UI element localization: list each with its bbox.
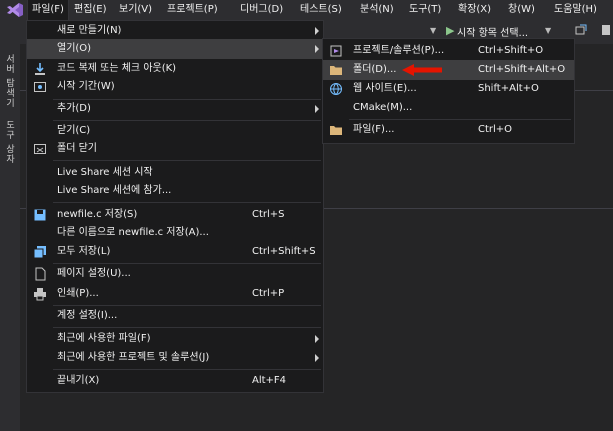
menu-item-page-setup[interactable]: 페이지 설정(U)... bbox=[27, 264, 323, 284]
menu-item-shortcut: Ctrl+Shift+S bbox=[252, 246, 316, 257]
menu-item-close[interactable]: 닫기(C) bbox=[27, 121, 323, 141]
menu-item-label: 페이지 설정(U)... bbox=[57, 268, 131, 279]
page-setup-icon bbox=[35, 267, 46, 281]
save-icon bbox=[34, 209, 46, 221]
menu-item-exit[interactable]: 끝내기(X) Alt+F4 bbox=[27, 371, 323, 391]
menu-item-label: 추가(D) bbox=[57, 103, 91, 114]
submenu-item-shortcut: Ctrl+Shift+Alt+O bbox=[478, 64, 566, 75]
folder-icon bbox=[330, 66, 342, 75]
submenu-item-label: CMake(M)... bbox=[353, 102, 413, 113]
menu-item-label: 최근에 사용한 프로젝트 및 솔루션(J) bbox=[57, 352, 210, 363]
start-window-icon bbox=[34, 82, 46, 92]
menu-item-label: 최근에 사용한 파일(F) bbox=[57, 333, 151, 344]
file-menu-dropdown: 새로 만들기(N) 열기(O) 코드 복제 또는 체크 아웃(K) 시작 기간(… bbox=[26, 20, 324, 393]
menu-file[interactable]: 파일(F) bbox=[27, 0, 69, 21]
toolbar-tool-icon[interactable] bbox=[575, 24, 587, 36]
left-tool-strip: 서버 탐색기 도구 상자 bbox=[0, 44, 20, 431]
chevron-down-icon[interactable]: ▼ bbox=[430, 26, 436, 35]
submenu-item-shortcut: Ctrl+O bbox=[478, 124, 513, 135]
submenu-arrow-icon bbox=[315, 335, 319, 343]
menu-view[interactable]: 보기(V) bbox=[115, 0, 156, 20]
menu-analyze[interactable]: 분석(N) bbox=[356, 0, 398, 20]
menu-item-add[interactable]: 추가(D) bbox=[27, 99, 323, 119]
start-item-button[interactable]: 시작 항목 선택... bbox=[457, 24, 528, 39]
submenu-item-file[interactable]: 파일(F)... Ctrl+O bbox=[323, 120, 574, 140]
submenu-arrow-icon bbox=[315, 105, 319, 113]
menu-item-account[interactable]: 계정 설정(I)... bbox=[27, 306, 323, 326]
menu-item-live-share-join[interactable]: Live Share 세션에 참가... bbox=[27, 181, 323, 201]
menu-item-close-folder[interactable]: 폴더 닫기 bbox=[27, 139, 323, 159]
menu-project[interactable]: 프로젝트(P) bbox=[163, 0, 222, 20]
clone-download-icon bbox=[35, 63, 45, 75]
menu-item-shortcut: Ctrl+S bbox=[252, 209, 285, 220]
submenu-item-shortcut: Ctrl+Shift+O bbox=[478, 45, 544, 56]
submenu-item-cmake[interactable]: CMake(M)... bbox=[323, 98, 574, 118]
menu-item-label: 폴더 닫기 bbox=[57, 143, 97, 154]
menu-test[interactable]: 테스트(S) bbox=[296, 0, 346, 20]
menu-item-start-window[interactable]: 시작 기간(W) bbox=[27, 77, 323, 97]
server-explorer-tab[interactable]: 서버 탐색기 bbox=[3, 54, 16, 108]
submenu-arrow-icon bbox=[315, 354, 319, 362]
globe-icon bbox=[330, 83, 342, 96]
menu-item-shortcut: Alt+F4 bbox=[252, 375, 287, 386]
submenu-item-label: 프로젝트/솔루션(P)... bbox=[353, 45, 445, 56]
menu-item-new[interactable]: 새로 만들기(N) bbox=[27, 21, 323, 41]
save-all-icon bbox=[33, 246, 46, 259]
close-folder-icon bbox=[34, 144, 46, 154]
play-icon[interactable]: ▶ bbox=[446, 24, 454, 37]
toolbar-bookmark-icon[interactable] bbox=[600, 24, 612, 36]
submenu-item-shortcut: Shift+Alt+O bbox=[478, 83, 539, 94]
menu-tools[interactable]: 도구(T) bbox=[405, 0, 445, 20]
menu-item-label: 열기(O) bbox=[57, 43, 92, 54]
menu-item-label: newfile.c 저장(S) bbox=[57, 209, 138, 220]
annotation-arrow-icon bbox=[402, 64, 442, 76]
submenu-item-website[interactable]: 웹 사이트(E)... Shift+Alt+O bbox=[323, 79, 574, 99]
menu-item-save-all[interactable]: 모두 저장(L) Ctrl+Shift+S bbox=[27, 242, 323, 262]
menu-item-label: 모두 저장(L) bbox=[57, 246, 111, 257]
submenu-arrow-icon bbox=[315, 27, 319, 35]
menu-item-save-as[interactable]: 다른 이름으로 newfile.c 저장(A)... bbox=[27, 223, 323, 243]
menu-item-label: 닫기(C) bbox=[57, 125, 91, 136]
menu-item-print[interactable]: 인쇄(P)... Ctrl+P bbox=[27, 284, 323, 304]
menu-debug[interactable]: 디버그(D) bbox=[236, 0, 287, 20]
menu-item-label: 코드 복제 또는 체크 아웃(K) bbox=[57, 63, 177, 74]
menu-help[interactable]: 도움말(H) bbox=[550, 0, 601, 20]
menu-item-clone[interactable]: 코드 복제 또는 체크 아웃(K) bbox=[27, 59, 323, 79]
menu-edit[interactable]: 편집(E) bbox=[70, 0, 111, 20]
printer-icon bbox=[34, 288, 46, 301]
menu-item-recent-files[interactable]: 최근에 사용한 파일(F) bbox=[27, 329, 323, 349]
menu-bar: 파일(F) 편집(E) 보기(V) 프로젝트(P) 디버그(D) 테스트(S) … bbox=[0, 0, 613, 21]
submenu-item-project-solution[interactable]: 프로젝트/솔루션(P)... Ctrl+Shift+O bbox=[323, 41, 574, 61]
menu-item-recent-projects[interactable]: 최근에 사용한 프로젝트 및 솔루션(J) bbox=[27, 348, 323, 368]
menu-item-label: 새로 만들기(N) bbox=[57, 25, 122, 36]
menu-separator bbox=[53, 160, 321, 161]
menu-item-label: 계정 설정(I)... bbox=[57, 310, 118, 321]
submenu-item-label: 웹 사이트(E)... bbox=[353, 83, 417, 94]
project-solution-icon bbox=[330, 45, 342, 57]
start-dropdown-icon[interactable]: ▼ bbox=[545, 26, 551, 35]
submenu-item-label: 폴더(D)... bbox=[353, 64, 397, 75]
submenu-item-folder[interactable]: 폴더(D)... Ctrl+Shift+Alt+O bbox=[323, 60, 574, 80]
menu-separator bbox=[53, 369, 321, 370]
file-open-icon bbox=[330, 126, 342, 135]
toolbox-tab[interactable]: 도구 상자 bbox=[3, 120, 16, 164]
menu-item-shortcut: Ctrl+P bbox=[252, 288, 285, 299]
menu-item-live-share-start[interactable]: Live Share 세션 시작 bbox=[27, 163, 323, 183]
submenu-item-label: 파일(F)... bbox=[353, 124, 395, 135]
menu-extensions[interactable]: 확장(X) bbox=[454, 0, 495, 20]
menu-item-label: 다른 이름으로 newfile.c 저장(A)... bbox=[57, 227, 209, 238]
open-submenu: 프로젝트/솔루션(P)... Ctrl+Shift+O 폴더(D)... Ctr… bbox=[322, 38, 575, 144]
menu-item-label: 끝내기(X) bbox=[57, 375, 100, 386]
menu-item-label: 인쇄(P)... bbox=[57, 288, 99, 299]
menu-item-label: 시작 기간(W) bbox=[57, 81, 115, 92]
menu-item-label: Live Share 세션 시작 bbox=[57, 167, 153, 178]
menu-window[interactable]: 창(W) bbox=[504, 0, 539, 20]
visual-studio-logo-icon[interactable] bbox=[6, 2, 24, 18]
menu-separator bbox=[53, 327, 321, 328]
menu-separator bbox=[53, 202, 321, 203]
menu-item-label: Live Share 세션에 참가... bbox=[57, 185, 172, 196]
menu-item-open[interactable]: 열기(O) bbox=[27, 39, 323, 59]
menu-item-save[interactable]: newfile.c 저장(S) Ctrl+S bbox=[27, 205, 323, 225]
submenu-arrow-icon bbox=[315, 45, 319, 53]
